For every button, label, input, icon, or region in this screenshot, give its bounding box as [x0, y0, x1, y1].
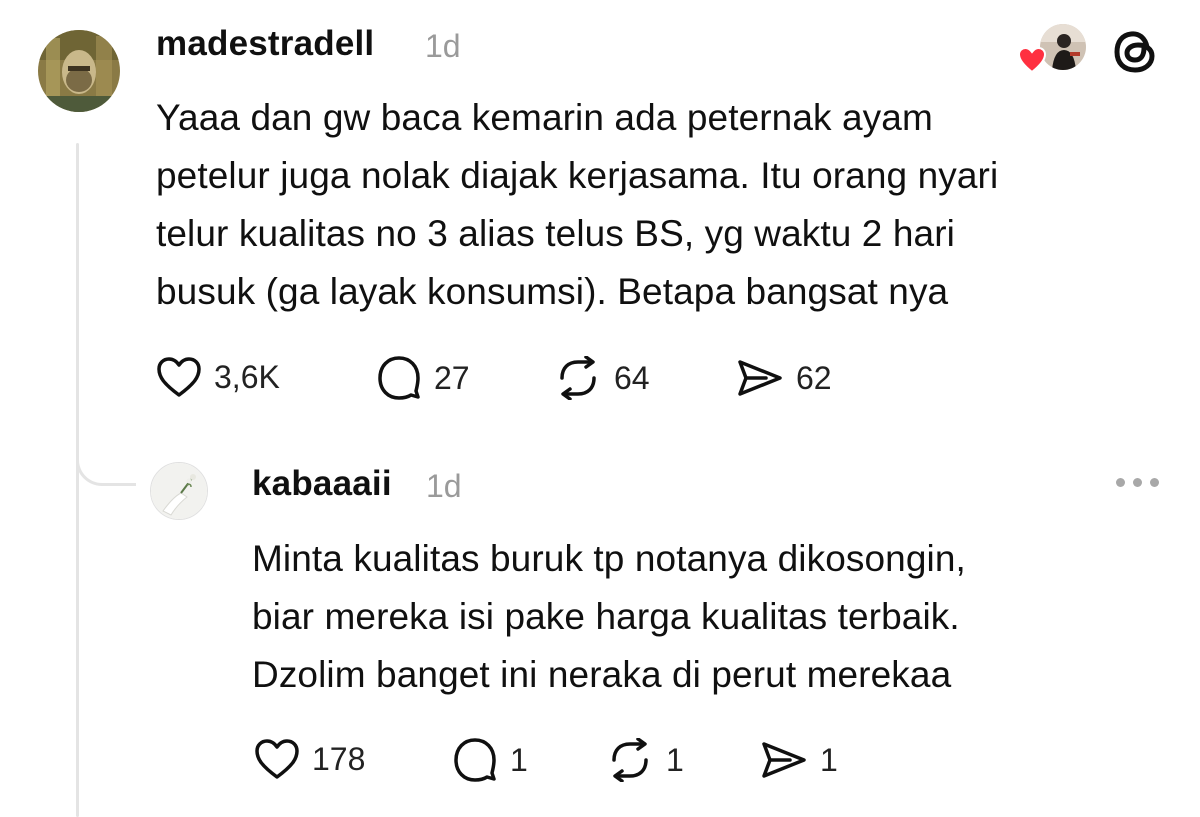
heart-filled-icon	[1017, 46, 1047, 78]
reply-count: 1	[510, 741, 528, 778]
send-arrow-icon	[762, 742, 806, 778]
speech-bubble-icon	[454, 738, 496, 782]
post-line: telur kualitas no 3 alias telus BS, yg w…	[156, 213, 955, 254]
share-button[interactable]: 1	[760, 740, 838, 780]
avatar[interactable]	[38, 30, 120, 112]
repost-button[interactable]: 1	[606, 738, 684, 782]
send-arrow-icon	[738, 360, 782, 396]
reply-body: Minta kualitas buruk tp notanya dikosong…	[252, 530, 966, 704]
post-line: Yaaa dan gw baca kemarin ada peternak ay…	[156, 97, 933, 138]
like-button[interactable]: 3,6K	[156, 356, 280, 398]
more-dots-icon[interactable]	[1116, 478, 1159, 487]
avatar[interactable]	[150, 462, 208, 520]
repost-count: 64	[614, 359, 650, 396]
heart-outline-icon	[255, 739, 299, 779]
post-line: busuk (ga layak konsumsi). Betapa bangsa…	[156, 271, 949, 312]
threads-logo-icon[interactable]	[1110, 25, 1162, 82]
liked-by-avatar	[1040, 24, 1086, 70]
thread-connector-line	[76, 143, 79, 817]
post-timestamp: 1d	[425, 28, 461, 64]
reply-line: Dzolim banget ini neraka di perut mereka…	[252, 654, 952, 695]
post-username[interactable]: madestradell	[156, 24, 374, 64]
post-body: Yaaa dan gw baca kemarin ada peternak ay…	[156, 89, 998, 321]
like-count: 3,6K	[214, 358, 280, 395]
post-line: petelur juga nolak diajak kerjasama. Itu…	[156, 155, 999, 196]
reply-line: biar mereka isi pake harga kualitas terb…	[252, 596, 960, 637]
reply-button[interactable]: 27	[376, 355, 470, 401]
reply-line: Minta kualitas buruk tp notanya dikosong…	[252, 538, 966, 579]
share-count: 1	[820, 741, 838, 778]
repost-count: 1	[666, 741, 684, 778]
repost-arrows-icon	[560, 356, 596, 400]
like-count: 178	[312, 740, 366, 777]
share-button[interactable]: 62	[736, 358, 832, 398]
share-count: 62	[796, 359, 832, 396]
like-button[interactable]: 178	[254, 738, 365, 780]
speech-bubble-icon	[378, 356, 420, 400]
repost-arrows-icon	[612, 738, 648, 782]
reply-username[interactable]: kabaaaii	[252, 464, 392, 504]
reply-timestamp: 1d	[426, 468, 462, 504]
reply-count: 27	[434, 359, 470, 396]
reply-button[interactable]: 1	[452, 737, 528, 783]
heart-outline-icon	[157, 357, 201, 397]
thread-connector-curve	[76, 440, 136, 486]
repost-button[interactable]: 64	[554, 356, 650, 400]
